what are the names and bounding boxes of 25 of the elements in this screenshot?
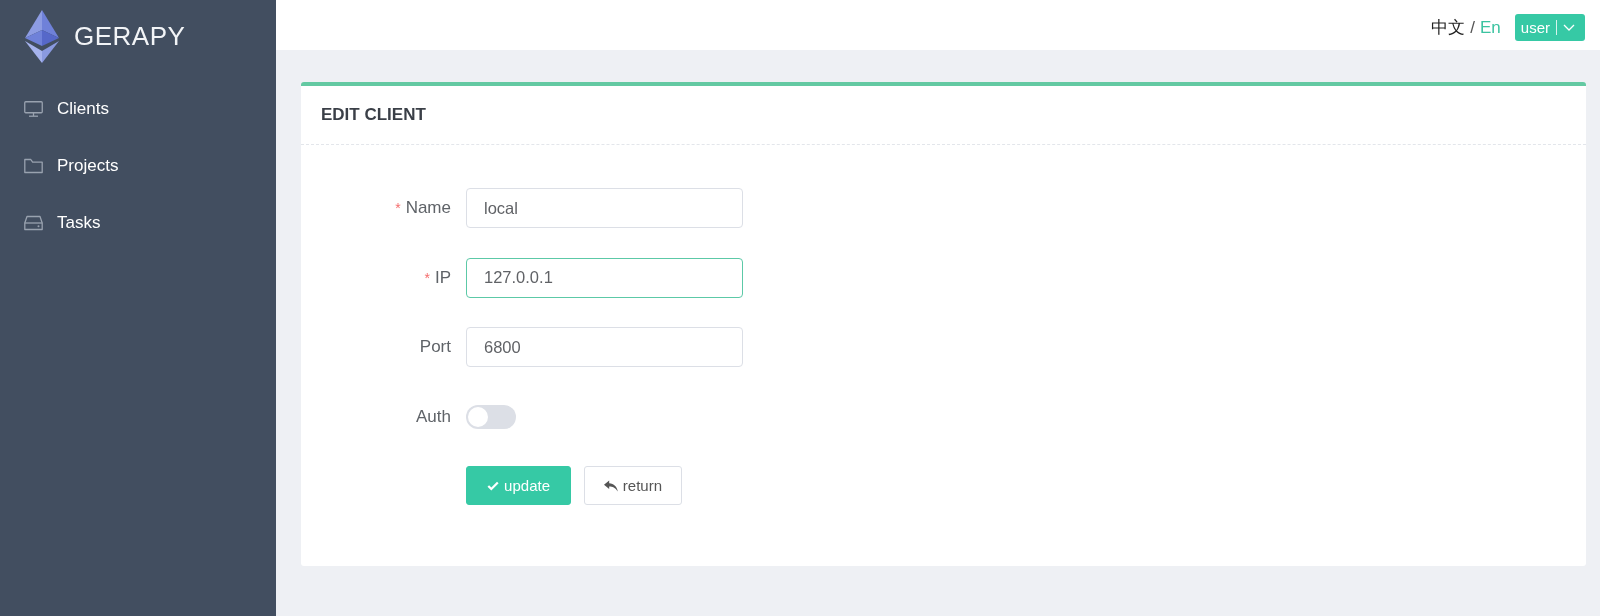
language-link[interactable]: 中文: [1431, 16, 1466, 39]
field-label: IP: [434, 267, 451, 288]
curved-arrow-icon: [604, 479, 618, 492]
field-label: Port: [419, 337, 451, 357]
diamond-logo-icon: [25, 10, 59, 63]
sidebar-item[interactable]: Clients: [0, 80, 276, 137]
input-field[interactable]: 127.0.0.1: [466, 257, 743, 298]
card-title: EDIT CLIENT: [321, 105, 426, 125]
required-mark: *: [424, 269, 430, 286]
return-button[interactable]: return: [584, 466, 682, 505]
chevron-down-icon: [1563, 24, 1575, 31]
folder-icon: [24, 157, 43, 174]
required-mark: *: [395, 200, 401, 216]
sidebar-item[interactable]: Tasks: [0, 194, 276, 251]
monitor-icon: [24, 100, 43, 117]
app-title: GERAPY: [74, 21, 186, 52]
field-label: Auth: [416, 406, 451, 427]
toggle-switch[interactable]: [466, 404, 516, 429]
check-icon: [487, 479, 500, 492]
input-field[interactable]: local: [466, 188, 743, 228]
hard-drive-icon: [24, 214, 43, 231]
language-separator: /: [1470, 17, 1475, 38]
input-field[interactable]: 6800: [466, 327, 743, 367]
sidebar-item[interactable]: Projects: [0, 137, 276, 194]
field-label: Name: [405, 198, 451, 218]
